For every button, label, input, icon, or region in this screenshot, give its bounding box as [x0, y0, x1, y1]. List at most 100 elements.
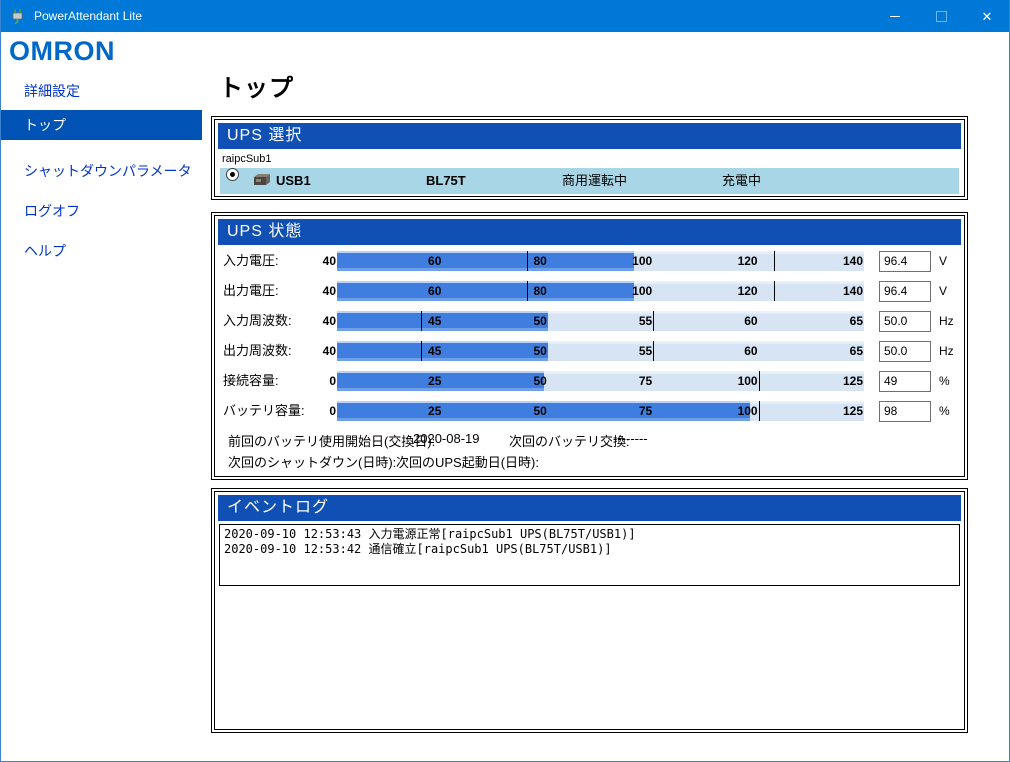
ups-radio-selected[interactable] [226, 168, 239, 181]
gauge-bar: 0255075100125 [337, 371, 864, 391]
threshold-marker-line [653, 311, 654, 331]
gauge-value-field[interactable]: 49 [879, 371, 931, 392]
gauge-tick: 80 [533, 281, 547, 301]
gauge-tick: 100 [632, 281, 653, 301]
log-entry: 2020-09-10 12:53:43 入力電源正常[raipcSub1 UPS… [224, 527, 955, 542]
main-content: トップ UPS 選択 raipcSub1 USB1 BL75T 商用運転中 [203, 32, 1009, 761]
gauge-tick: 55 [639, 341, 653, 361]
maximize-button [918, 0, 964, 32]
minimize-button[interactable] [872, 0, 918, 32]
gauge-row: 入力周波数: 404550556065 50.0 Hz [215, 311, 964, 341]
gauge-tick: 0 [329, 401, 337, 421]
gauge-tick: 125 [843, 401, 864, 421]
sidebar: OMRON 詳細設定 トップ シャットダウンパラメータ ログオフ ヘルプ [1, 32, 203, 761]
event-log-panel: イベントログ 2020-09-10 12:53:43 入力電源正常[raipcS… [211, 488, 968, 733]
gauge-tick: 45 [428, 311, 442, 331]
titlebar[interactable]: PowerAttendant Lite ✕ [0, 0, 1010, 32]
sidebar-item-top[interactable]: トップ [1, 110, 202, 140]
log-entry: 2020-09-10 12:53:42 通信確立[raipcSub1 UPS(B… [224, 542, 955, 557]
next-shutdown-label: 次回のシャットダウン(日時): [228, 452, 396, 471]
gauge-label: 入力周波数: [223, 311, 292, 331]
gauge-tick: 140 [843, 281, 864, 301]
sidebar-item-logoff[interactable]: ログオフ [1, 196, 202, 226]
battery-start-label: 前回のバッテリ使用開始日(交換日): [228, 431, 435, 450]
gauge-tick: 80 [533, 251, 547, 271]
sidebar-item-help[interactable]: ヘルプ [1, 236, 202, 266]
ups-name: USB1 [276, 168, 311, 194]
gauge-bar: 406080100120140 [337, 251, 864, 271]
gauge-fill [337, 311, 548, 331]
gauge-value-field[interactable]: 50.0 [879, 311, 931, 332]
gauge-tick: 40 [323, 311, 337, 331]
event-log-box[interactable]: 2020-09-10 12:53:43 入力電源正常[raipcSub1 UPS… [219, 524, 960, 586]
gauge-label: 入力電圧: [223, 251, 279, 271]
page-title: トップ [219, 68, 294, 103]
gauge-tick: 120 [738, 251, 759, 271]
gauge-unit: Hz [939, 311, 954, 331]
ups-device-icon [252, 173, 272, 188]
gauge-unit: Hz [939, 341, 954, 361]
gauge-fill [337, 281, 634, 301]
gauge-value-field[interactable]: 96.4 [879, 251, 931, 272]
ups-select-header: UPS 選択 [218, 123, 961, 149]
gauge-bar: 404550556065 [337, 311, 864, 331]
threshold-marker-line [759, 371, 760, 391]
sidebar-item-advanced-settings[interactable]: 詳細設定 [1, 76, 202, 106]
gauge-unit: V [939, 281, 947, 301]
gauge-tick: 75 [639, 371, 653, 391]
battery-next-value: -------- [613, 431, 648, 446]
threshold-marker-line [759, 401, 760, 421]
threshold-marker-line [421, 311, 422, 331]
gauge-tick: 60 [744, 341, 758, 361]
maximize-icon [936, 11, 947, 22]
gauge-tick: 60 [744, 311, 758, 331]
app-window: PowerAttendant Lite ✕ OMRON 詳細設定 トップ シャッ… [0, 0, 1010, 762]
ups-row[interactable]: USB1 BL75T 商用運転中 充電中 [220, 168, 959, 194]
battery-next-label: 次回のバッテリ交換: [509, 431, 630, 450]
gauge-tick: 100 [738, 401, 759, 421]
gauge-tick: 100 [738, 371, 759, 391]
gauge-tick: 65 [850, 311, 864, 331]
gauge-row: 出力電圧: 40 60 80 100 120 140 96.4 V [215, 281, 964, 311]
gauge-tick: 40 [323, 281, 337, 301]
gauge-label: 接続容量: [223, 371, 279, 391]
gauge-tick: 140 [843, 251, 864, 271]
gauge-value-field[interactable]: 50.0 [879, 341, 931, 362]
gauge-tick: 60 [428, 251, 442, 271]
gauge-value-field[interactable]: 98 [879, 401, 931, 422]
gauge-tick: 60 [428, 281, 442, 301]
gauge-tick: 120 [738, 281, 759, 301]
gauge-tick: 125 [843, 371, 864, 391]
gauge-unit: % [939, 371, 950, 391]
gauge-bar: 0255075100125 [337, 401, 864, 421]
window-controls: ✕ [872, 0, 1010, 32]
gauge-bar: 404550556065 [337, 341, 864, 361]
gauge-fill [337, 341, 548, 361]
ups-power-status: 商用運転中 [562, 168, 627, 194]
gauge-label: バッテリ容量: [223, 401, 305, 421]
event-log-header: イベントログ [218, 495, 961, 521]
ups-select-panel: UPS 選択 raipcSub1 USB1 BL75T 商用運転中 充電中 [211, 116, 968, 200]
gauge-tick: 0 [329, 371, 337, 391]
gauge-row: 入力電圧: 406080100120140 96.4 V [215, 251, 964, 281]
threshold-marker-line [527, 281, 528, 301]
gauge-tick: 45 [428, 341, 442, 361]
gauge-label: 出力電圧: [223, 281, 279, 301]
gauge-row: 接続容量: 0255075100125 49 % [215, 371, 964, 401]
ups-battery-status: 充電中 [722, 168, 761, 194]
app-icon [10, 8, 26, 24]
gauge-bar: 406080100120140 [337, 281, 864, 301]
threshold-marker-line [774, 281, 775, 301]
gauge-value-field[interactable]: 96.4 [879, 281, 931, 302]
gauge-tick: 25 [428, 371, 442, 391]
gauge-label: 出力周波数: [223, 341, 292, 361]
gauge-list: 入力電圧: 40 60 80 100 120 140 96.4 V 出力電圧: 40 60 8… [215, 251, 964, 431]
gauge-tick: 65 [850, 341, 864, 361]
close-button[interactable]: ✕ [964, 0, 1010, 32]
gauge-tick: 40 [323, 341, 337, 361]
battery-info-line: 前回のバッテリ使用開始日(交換日): 2020-08-19 次回のバッテリ交換:… [215, 431, 964, 447]
minimize-icon [890, 16, 900, 17]
sidebar-item-shutdown-parameters[interactable]: シャットダウンパラメータ [1, 156, 202, 186]
schedule-info-line: 次回のシャットダウン(日時): 次回のUPS起動日(日時): [215, 452, 964, 468]
omron-logo: OMRON [9, 36, 203, 67]
